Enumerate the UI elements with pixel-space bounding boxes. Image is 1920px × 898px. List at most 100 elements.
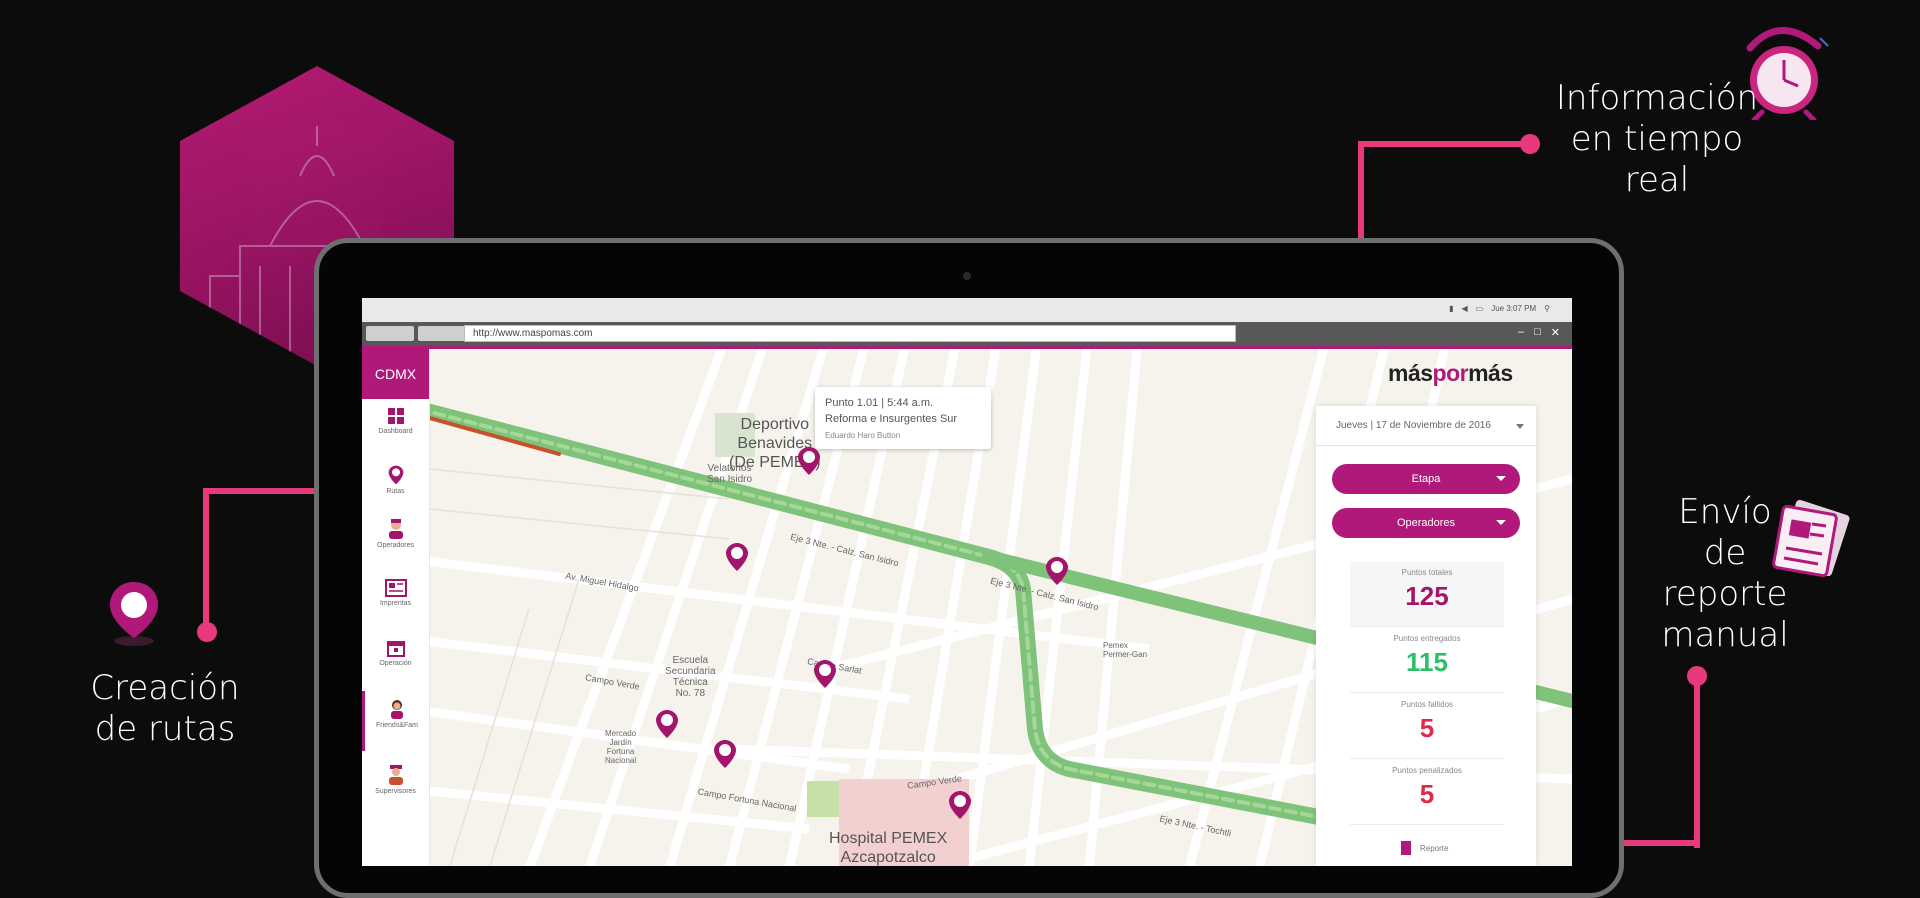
nav-label: Imprentas	[379, 600, 412, 607]
stat-value: 115	[1406, 647, 1448, 677]
signal-icon: ▮	[1449, 304, 1454, 313]
delivery-point-icon[interactable]	[713, 739, 737, 769]
system-tray: ▮ ◀ ▭ Jue 3:07 PM ⚲	[1449, 304, 1550, 313]
date-text: Jueves | 17 de Noviembre de 2016	[1336, 420, 1491, 431]
stat-label: Puntos fallidos	[1400, 700, 1454, 709]
stat-value: 125	[1405, 581, 1449, 611]
map-label-line: Pemex	[1103, 641, 1128, 650]
callout-line: manual	[1661, 615, 1789, 655]
nav-item-imprentas[interactable]: Imprentas	[362, 571, 429, 631]
nav-label: Operación	[379, 660, 412, 667]
nav-item-friends-fam[interactable]: Friends&Fam	[362, 691, 429, 751]
map-label-line: Permer-Gan	[1103, 650, 1148, 659]
realtime-connector-line	[1358, 141, 1530, 147]
nav-item-supervisores[interactable]: Supervisores	[362, 757, 429, 817]
report-label: Reporte	[1420, 843, 1449, 853]
routes-connector-line	[203, 488, 209, 628]
dashboard-icon	[387, 408, 404, 424]
chevron-down-icon	[1496, 520, 1506, 525]
supervisor-icon	[388, 765, 403, 785]
delivery-point-icon[interactable]	[797, 446, 821, 476]
volume-icon: ◀	[1461, 304, 1468, 313]
delivery-point-icon[interactable]	[948, 790, 972, 820]
etapa-dropdown[interactable]: Etapa	[1332, 464, 1520, 494]
callout-line: de	[1703, 533, 1747, 573]
url-bar[interactable]: http://www.maspomas.com	[464, 325, 1236, 342]
nav-label: Friends&Fam	[375, 722, 418, 729]
map-label-line: Azcapotzalco	[840, 849, 936, 866]
map-label-line: Secundaria	[665, 666, 716, 677]
maximize-icon[interactable]: □	[1534, 326, 1541, 339]
popup-operator: Eduardo Haro Button	[825, 431, 901, 440]
minimize-icon[interactable]: –	[1518, 326, 1524, 339]
map-label-line: No. 78	[675, 688, 706, 699]
map-pin-icon	[388, 465, 403, 485]
date-selector[interactable]: Jueves | 17 de Noviembre de 2016	[1316, 406, 1536, 446]
logo-part: más	[1388, 360, 1433, 386]
delivery-point-icon[interactable]	[655, 709, 679, 739]
operadores-dropdown[interactable]: Operadores	[1332, 508, 1520, 538]
newspaper-icon	[384, 579, 407, 597]
person-icon	[391, 700, 403, 719]
dropdown-label: Etapa	[1411, 473, 1441, 485]
routes-callout: Creación de rutas	[80, 668, 250, 750]
chevron-down-icon	[1496, 476, 1506, 481]
nav-item-operacion[interactable]: Operación	[362, 631, 429, 691]
os-menu-bar: ▮ ◀ ▭ Jue 3:07 PM ⚲	[362, 298, 1572, 323]
delivery-point-icon[interactable]	[1045, 556, 1069, 586]
map-label-line: Deportivo	[740, 416, 810, 433]
callout-line: en tiempo	[1570, 119, 1744, 159]
map-label-line: Velatorios	[707, 463, 752, 474]
nav-item-rutas[interactable]: Rutas	[362, 457, 429, 517]
nav-label: Dashboard	[378, 428, 413, 435]
stat-penalized-points: Puntos penalizados 5	[1350, 760, 1504, 825]
map-label: Hospital PEMEX Azcapotzalco	[829, 829, 947, 866]
window-controls: – □ ✕	[1518, 326, 1560, 339]
back-button[interactable]	[366, 326, 414, 341]
operator-icon	[388, 519, 403, 539]
callout-line: Información	[1555, 78, 1759, 118]
map-label-line: Hospital PEMEX	[829, 830, 948, 847]
clock-text: Jue 3:07 PM	[1491, 304, 1537, 313]
nav-label: Supervisores	[375, 788, 416, 795]
map-label-line: Técnica	[672, 677, 708, 688]
report-button[interactable]: Reporte	[1400, 840, 1448, 856]
report-icon	[1401, 841, 1411, 855]
map-label-line: Jardín	[609, 738, 632, 747]
calendar-icon	[386, 641, 405, 657]
delivery-point-icon[interactable]	[725, 542, 749, 572]
city-selector[interactable]: CDMX	[362, 349, 429, 399]
laptop-camera	[963, 272, 971, 280]
callout-line: de rutas	[94, 709, 236, 749]
stat-total-points: Puntos totales 125	[1350, 562, 1504, 627]
nav-label: Rutas	[386, 488, 405, 495]
nav-item-dashboard[interactable]: Dashboard	[362, 399, 429, 459]
callout-line: Envío	[1678, 492, 1772, 532]
delivery-point-icon[interactable]	[813, 659, 837, 689]
map-label-line: Mercado	[605, 729, 637, 738]
map-label-line: San Isidro	[707, 474, 753, 485]
map-label: Mercado Jardín Fortuna Nacional	[605, 729, 636, 765]
report-callout: Envío de reporte manual	[1640, 492, 1810, 656]
callout-line: real	[1624, 160, 1690, 200]
close-icon[interactable]: ✕	[1551, 326, 1560, 339]
point-info-popup[interactable]: Punto 1.01 | 5:44 a.m. Reforma e Insurge…	[815, 387, 991, 449]
callout-line: Creación	[90, 668, 240, 708]
nav-label: Operadores	[377, 542, 414, 549]
search-icon[interactable]: ⚲	[1544, 304, 1550, 313]
popup-point-time: Punto 1.01 | 5:44 a.m.	[825, 397, 934, 409]
logo-part: por	[1432, 360, 1469, 386]
map-pin-icon	[108, 580, 160, 651]
nav-item-operadores[interactable]: Operadores	[362, 511, 429, 571]
app-sidebar: Dashboard Rutas Operadores Imprentas Ope…	[362, 349, 430, 866]
battery-icon: ▭	[1475, 304, 1484, 313]
map-label: Velatorios San Isidro	[707, 463, 752, 485]
popup-address: Reforma e Insurgentes Sur	[825, 413, 958, 425]
forward-button[interactable]	[418, 326, 466, 341]
map-label: Pemex Permer-Gan	[1103, 641, 1147, 659]
browser-toolbar: http://www.maspomas.com – □ ✕	[362, 322, 1572, 346]
chevron-down-icon	[1516, 424, 1524, 429]
stat-failed-points: Puntos fallidos 5	[1350, 694, 1504, 759]
dropdown-label: Operadores	[1396, 517, 1456, 529]
map-label: Escuela Secundaria Técnica No. 78	[665, 655, 716, 699]
